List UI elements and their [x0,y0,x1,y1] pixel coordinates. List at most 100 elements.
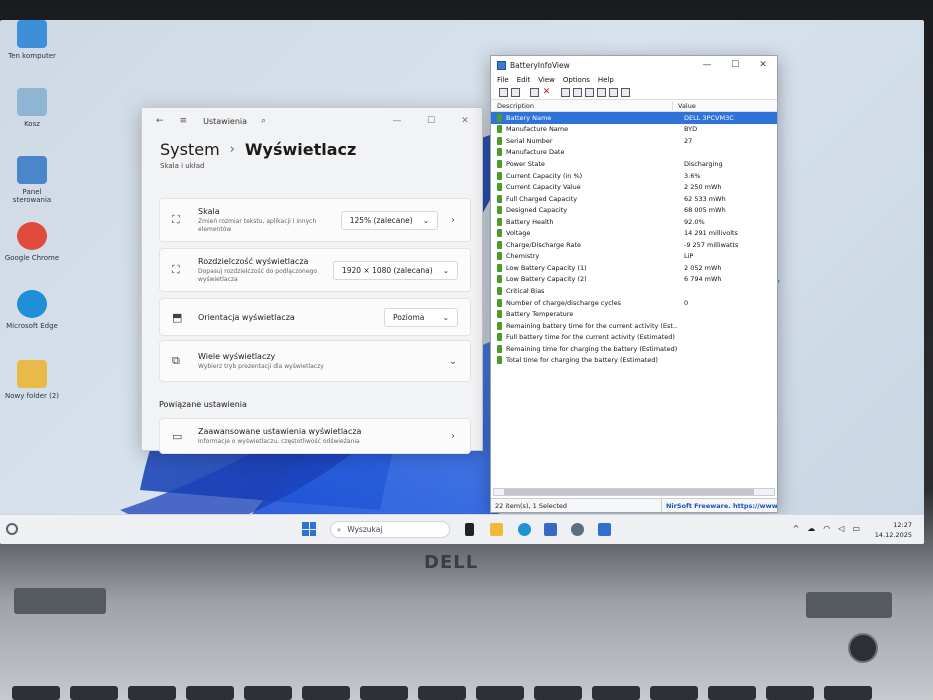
menu-options[interactable]: Options [563,76,590,84]
back-arrow-icon[interactable]: ← [156,116,164,126]
table-row[interactable]: Total time for charging the battery (Est… [491,354,777,366]
start-button[interactable] [302,522,316,536]
row-value: 68 005 mWh [684,206,726,215]
table-row[interactable]: Remaining battery time for the current a… [491,320,777,332]
desktop-icon-label: Ten komputer [8,52,56,60]
card-title: Skala [198,206,220,216]
maximize-button[interactable]: ☐ [721,60,749,70]
power-button[interactable] [848,633,878,663]
row-description: Remaining time for charging the battery … [506,344,678,353]
task-view-icon[interactable] [465,523,474,536]
table-row[interactable]: Low Battery Capacity (2) 6 794 mWh [491,274,777,286]
close-button[interactable]: ✕ [749,60,777,70]
minimize-button[interactable]: — [380,116,414,126]
desktop-icon-control-panel[interactable]: Panel sterowania [4,156,60,204]
breadcrumb-system[interactable]: System [160,140,220,159]
table-row[interactable]: Full Charged Capacity 62 533 mWh [491,193,777,205]
chevron-down-icon: ⌄ [442,312,449,322]
row-value: -9 257 milliwatts [684,240,739,249]
orientation-dropdown[interactable]: Pozioma ⌄ [384,307,458,327]
resolution-dropdown[interactable]: 1920 × 1080 (zalecana) ⌄ [332,260,458,280]
menu-help[interactable]: Help [598,76,614,84]
desktop-icon-chrome[interactable]: Google Chrome [4,222,60,262]
find-icon[interactable] [609,88,618,97]
related-settings-heading: Powiązane ustawienia [159,400,247,409]
refresh-icon[interactable] [597,88,606,97]
settings-window: ← ≡ Ustawienia ⌕ — ☐ ✕ System › Wyświetl… [141,107,483,454]
desktop-icon-recycle-bin[interactable]: Kosz [4,88,60,128]
scale-card[interactable]: ⛶ Skala Zmień rozmiar tekstu, aplikacji … [159,198,471,242]
resolution-card: ⛶ Rozdzielczość wyświetlacza Dopasuj roz… [159,248,471,292]
status-nirsoft-link[interactable]: NirSoft Freeware. https://www.n [662,502,777,510]
table-row[interactable]: Battery Temperature [491,308,777,320]
section-heading-scale: Skala i układ [160,162,205,170]
table-row[interactable]: Power State Discharging [491,158,777,170]
copy-icon[interactable] [573,88,582,97]
menu-file[interactable]: File [497,76,509,84]
widgets-icon[interactable] [6,523,18,535]
minimize-button[interactable]: — [693,60,721,70]
battery-icon[interactable]: ▭ [852,524,860,533]
row-description: Charge/Discharge Rate [506,240,582,249]
delete-icon[interactable]: ✕ [542,88,551,97]
exit-icon[interactable] [621,88,630,97]
scale-dropdown[interactable]: 125% (zalecane) ⌄ [340,210,438,230]
table-row[interactable]: Current Capacity (in %) 3.6% [491,170,777,182]
cloud-icon[interactable]: ☁ [807,524,815,533]
horizontal-scrollbar[interactable] [493,488,775,496]
row-description: Critical Bias [506,286,545,295]
settings-gear-icon[interactable] [571,523,584,536]
table-row[interactable]: Voltage 14 291 millivolts [491,227,777,239]
table-row[interactable]: Full battery time for the current activi… [491,331,777,343]
html-report-icon[interactable] [585,88,594,97]
search-icon[interactable]: ⌕ [261,116,266,126]
row-description: Battery Health [506,217,554,226]
battery-info-icon[interactable] [499,88,508,97]
scale-icon: ⛶ [172,213,180,226]
scrollbar-thumb[interactable] [504,489,754,495]
table-row[interactable]: Number of charge/discharge cycles 0 [491,297,777,309]
chevron-right-icon[interactable]: › [448,215,458,226]
edge-icon[interactable] [518,523,531,536]
row-description: Full battery time for the current activi… [506,333,675,342]
desktop-icon-edge[interactable]: Microsoft Edge [4,290,60,330]
save-icon[interactable] [561,88,570,97]
column-description[interactable]: Description [491,101,673,110]
close-button[interactable]: ✕ [448,116,482,126]
table-row[interactable]: Serial Number 27 [491,135,777,147]
advanced-display-card[interactable]: ▭ Zaawansowane ustawienia wyświetlacza I… [159,418,471,454]
desktop-icon-folder[interactable]: Nowy folder (2) [4,360,60,400]
table-row[interactable]: Battery Health 92.0% [491,216,777,228]
search-box[interactable]: ⌕ Wyszukaj [330,521,450,538]
desktop-icon-this-pc[interactable]: Ten komputer [4,20,60,60]
chevron-up-icon[interactable]: ^ [793,524,800,533]
batteryinfoview-icon[interactable] [598,523,611,536]
menu-edit[interactable]: Edit [517,76,531,84]
battery-log-icon[interactable] [511,88,520,97]
table-row[interactable]: Designed Capacity 68 005 mWh [491,204,777,216]
clock[interactable]: 12:27 14.12.2025 [875,520,912,540]
row-value: 3.6% [684,171,701,180]
desktop-icon-label: Panel sterowania [12,188,52,204]
table-row[interactable]: Charge/Discharge Rate -9 257 milliwatts [491,239,777,251]
volume-icon[interactable]: ◁ [838,524,844,533]
table-row[interactable]: Battery Name DELL 3PCVM3C [491,112,777,124]
recycle-bin-icon [17,88,47,116]
file-explorer-icon[interactable] [490,523,503,536]
column-value[interactable]: Value [673,102,696,110]
table-row[interactable]: Remaining time for charging the battery … [491,343,777,355]
store-icon[interactable] [544,523,557,536]
table-row[interactable]: Low Battery Capacity (1) 2 052 mWh [491,262,777,274]
table-row[interactable]: Manufacture Name BYD [491,124,777,136]
multiple-displays-card[interactable]: ⧉ Wiele wyświetlaczy Wybierz tryb prezen… [159,340,471,382]
table-row[interactable]: Critical Bias [491,285,777,297]
maximize-button[interactable]: ☐ [414,116,448,126]
table-row[interactable]: Manufacture Date [491,147,777,159]
menu-view[interactable]: View [538,76,555,84]
table-icon[interactable] [530,88,539,97]
table-row[interactable]: Current Capacity Value 2 250 mWh [491,181,777,193]
table-row[interactable]: Chemistry LiP [491,251,777,263]
wifi-icon[interactable]: ◠ [823,524,830,533]
chevron-down-icon[interactable]: ⌄ [448,356,458,367]
menu-icon[interactable]: ≡ [180,116,188,126]
